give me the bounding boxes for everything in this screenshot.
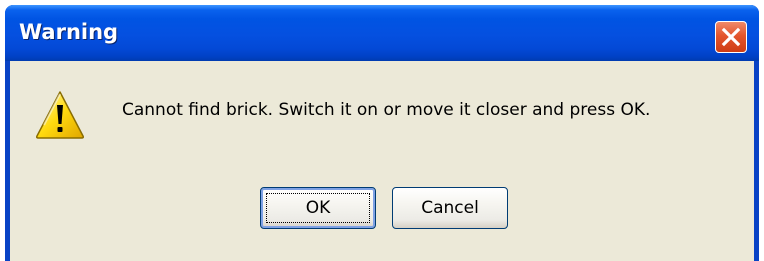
dialog-body: Cannot find brick. Switch it on or move … <box>10 61 754 261</box>
cancel-button-label: Cancel <box>421 198 479 218</box>
dialog-title: Warning <box>19 20 119 44</box>
title-bar[interactable]: Warning <box>5 5 759 61</box>
warning-dialog: Warning Cannot find brick. Switch it on … <box>5 5 759 261</box>
ok-button[interactable]: OK <box>260 187 376 229</box>
close-button[interactable] <box>715 21 747 53</box>
ok-button-label: OK <box>305 198 331 218</box>
warning-icon <box>35 91 85 139</box>
close-icon <box>721 27 741 47</box>
cancel-button[interactable]: Cancel <box>392 187 508 229</box>
warning-message: Cannot find brick. Switch it on or move … <box>122 100 651 120</box>
